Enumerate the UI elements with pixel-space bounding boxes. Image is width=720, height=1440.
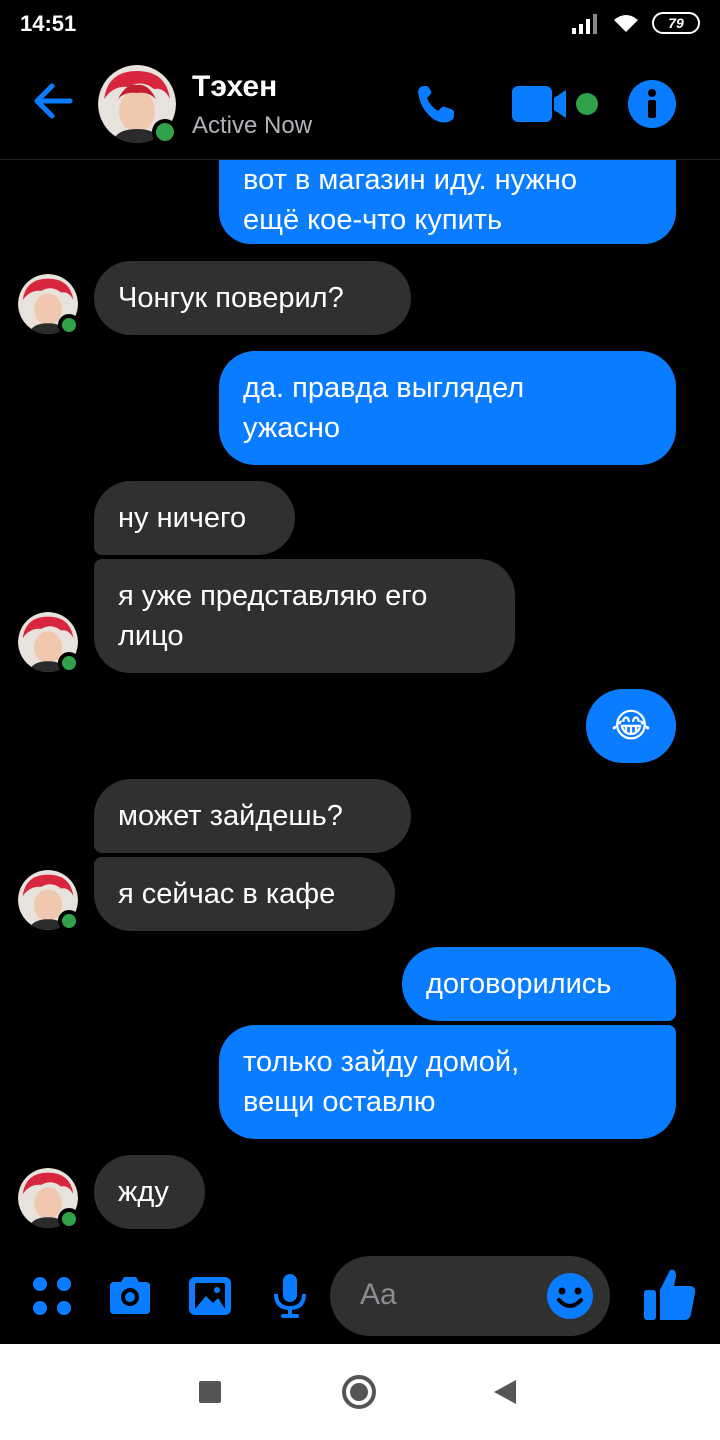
status-icons: 79 [570,12,700,34]
info-icon[interactable] [628,80,676,128]
message-bubble-outgoing[interactable]: да. правда выглядел ужасно [219,351,676,465]
message-bubble-outgoing[interactable]: договорились [402,947,676,1021]
message-bubble-incoming[interactable]: жду [94,1155,205,1229]
contact-avatar-small[interactable] [18,870,80,932]
menu-dots-icon[interactable] [28,1272,76,1320]
camera-icon[interactable] [106,1272,154,1320]
battery-icon: 79 [652,12,700,34]
message-input[interactable]: Aa [330,1256,610,1336]
online-indicator [58,652,80,674]
gallery-icon[interactable] [186,1272,234,1320]
signal-icon [572,14,597,34]
online-indicator [58,314,80,336]
presence-status: Active Now [192,112,313,139]
contact-avatar-small[interactable] [18,612,80,674]
message-bubble-incoming[interactable]: может зайдешь? [94,779,411,853]
online-indicator [58,910,80,932]
status-time: 14:51 [20,11,77,36]
online-indicator [152,119,178,145]
message-bubble-outgoing-emoji[interactable]: 😂 [586,689,676,763]
message-bubble-incoming[interactable]: Чонгук поверил? [94,261,411,335]
online-indicator [58,1208,80,1230]
microphone-icon[interactable] [266,1272,314,1320]
message-bubble-outgoing[interactable]: только зайду домой, вещи оставлю [219,1025,676,1139]
video-active-indicator [576,93,598,115]
emoji-icon[interactable] [546,1272,594,1320]
chat-header: Тэхен Active Now [0,50,720,160]
system-navigation-bar [0,1344,720,1440]
video-call-icon[interactable] [510,84,572,124]
message-bubble-incoming[interactable]: ну ничего [94,481,295,555]
contact-avatar[interactable] [98,65,178,145]
contact-avatar-small[interactable] [18,274,80,336]
message-input-placeholder: Aa [360,1278,397,1311]
thumbs-up-icon[interactable] [640,1264,700,1324]
message-bubble-incoming[interactable]: я уже представляю его лицо [94,559,515,673]
message-bubble-outgoing[interactable]: вот в магазин иду. нужно ещё кое-что куп… [219,160,676,244]
home-button[interactable] [342,1375,376,1409]
back-button[interactable] [494,1380,516,1404]
phone-icon[interactable] [414,82,458,126]
message-composer: Aa [0,1250,720,1344]
wifi-icon [614,15,638,32]
contact-avatar-small[interactable] [18,1168,80,1230]
message-bubble-incoming[interactable]: я сейчас в кафе [94,857,395,931]
recents-button[interactable] [199,1381,221,1403]
contact-name[interactable]: Тэхен [192,70,277,104]
message-list[interactable]: вот в магазин иду. нужно ещё кое-что куп… [0,160,720,1250]
back-arrow-icon[interactable] [30,78,76,124]
status-bar: 14:51 79 [0,0,720,50]
